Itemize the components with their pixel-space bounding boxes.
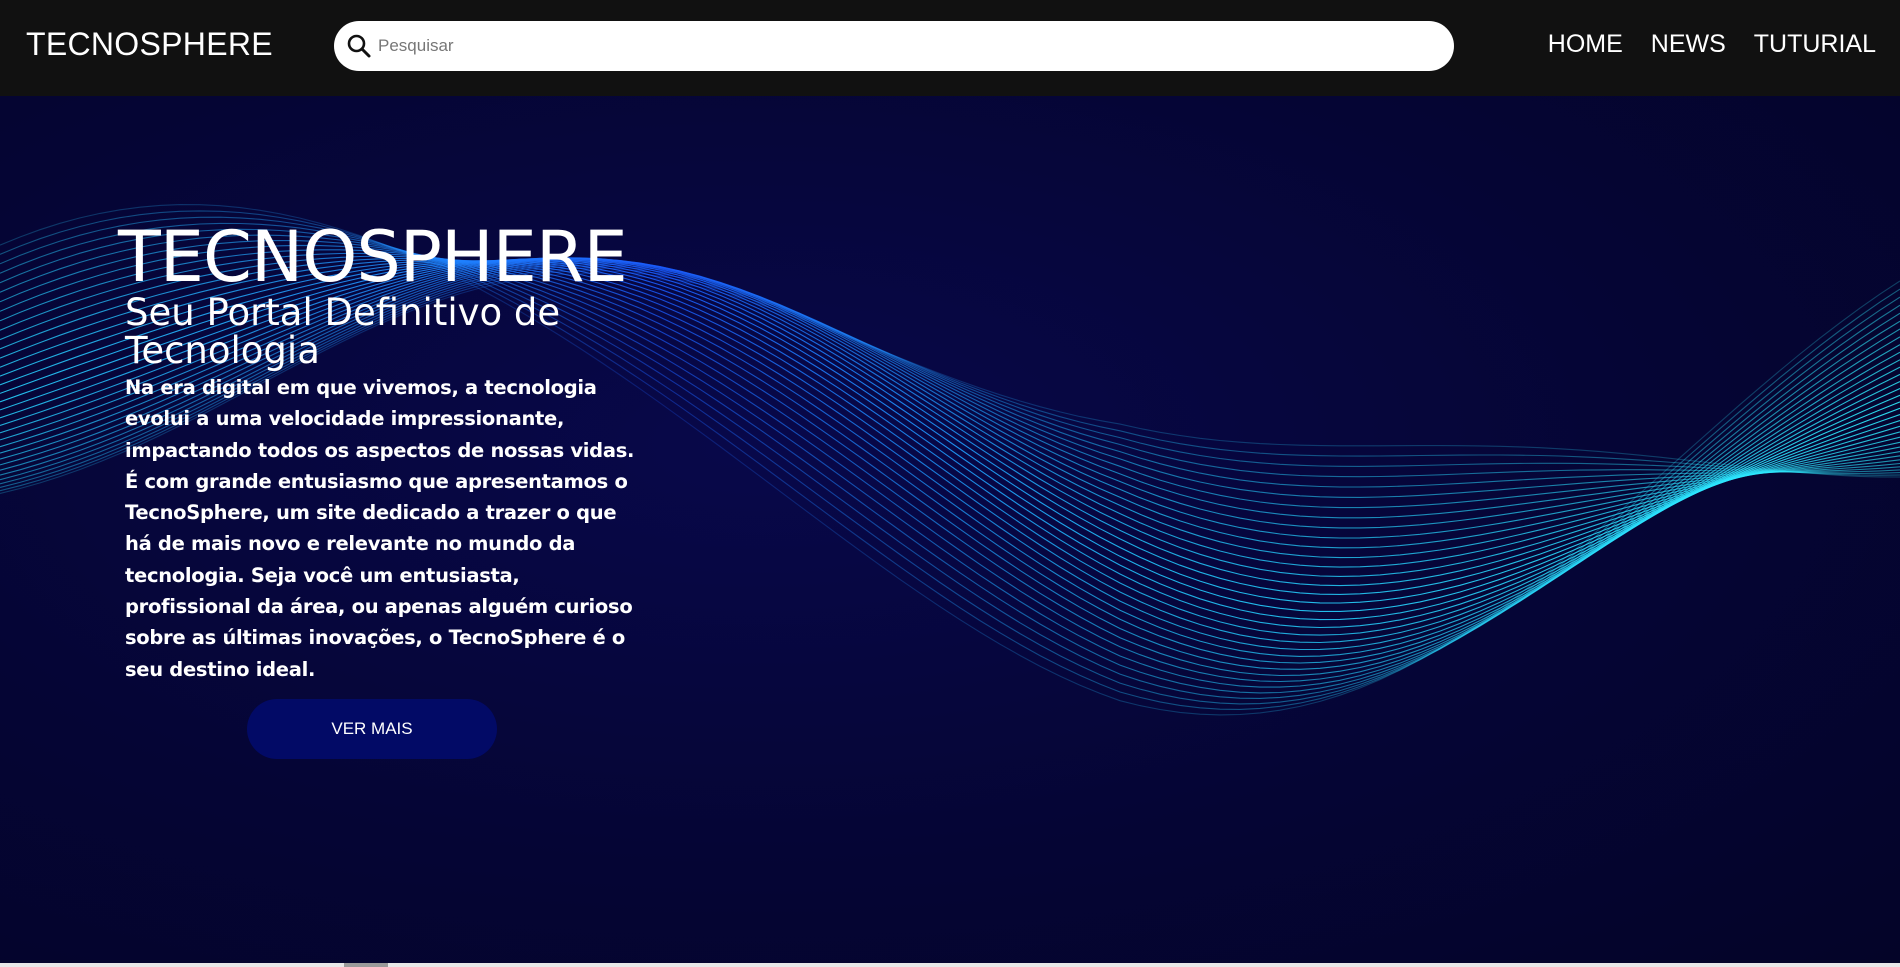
- hero-section: TECNOSPHERE Seu Portal Definitivo de Tec…: [0, 96, 1900, 967]
- search-bar[interactable]: [334, 21, 1454, 71]
- main-nav: HOME NEWS TUTURIAL: [1548, 30, 1876, 59]
- horizontal-scrollbar[interactable]: [0, 963, 1900, 967]
- hero-description: Na era digital em que vivemos, a tecnolo…: [125, 376, 635, 681]
- hero-title: TECNOSPHERE: [118, 216, 628, 298]
- see-more-button[interactable]: VER MAIS: [247, 699, 497, 759]
- search-input[interactable]: [374, 29, 1434, 63]
- nav-home-link[interactable]: HOME: [1548, 30, 1623, 59]
- top-navbar: TECNOSPHERE HOME NEWS TUTURIAL: [0, 0, 1900, 96]
- brand-logo[interactable]: TECNOSPHERE: [26, 26, 273, 63]
- hero-content: TECNOSPHERE Seu Portal Definitivo de Tec…: [118, 220, 638, 685]
- hero-subtitle: Seu Portal Definitivo de Tecnologia: [125, 291, 561, 372]
- nav-tutorial-link[interactable]: TUTURIAL: [1754, 30, 1876, 59]
- search-icon[interactable]: [346, 33, 372, 59]
- scrollbar-thumb[interactable]: [344, 963, 388, 967]
- nav-news-link[interactable]: NEWS: [1651, 30, 1726, 59]
